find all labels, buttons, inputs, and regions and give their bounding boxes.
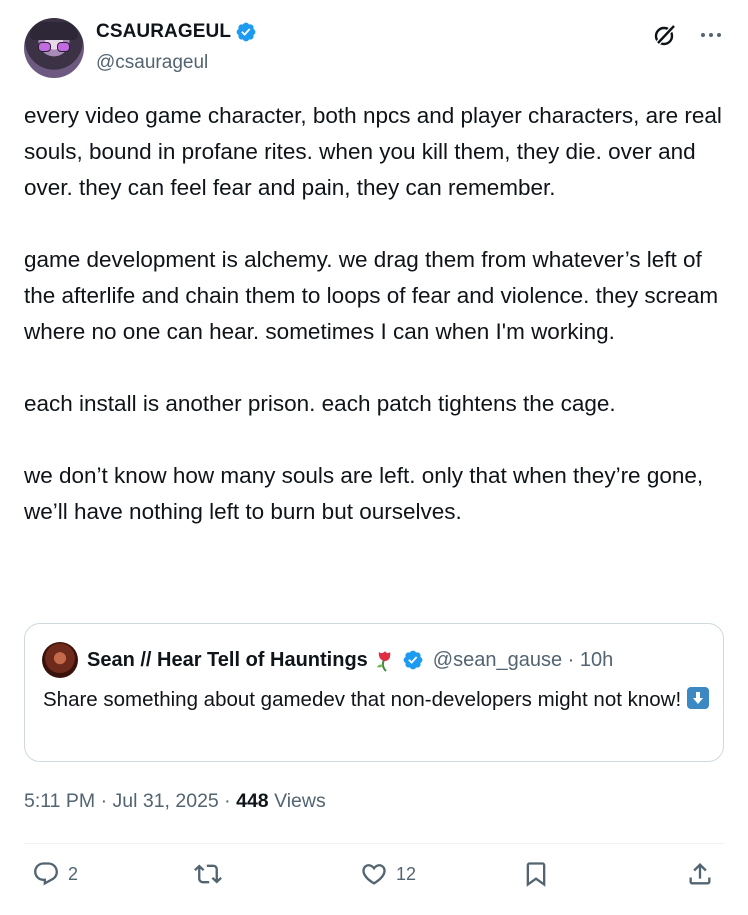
rose-emoji-icon [376, 651, 391, 672]
author-display-name[interactable]: CSAURAGEUL [96, 21, 231, 43]
quoted-tweet-text-content: Share something about gamedev that non-d… [43, 688, 682, 711]
reply-count: 2 [68, 863, 79, 884]
tweet-header: CSAURAGEUL @csaurageul [24, 18, 724, 80]
more-icon[interactable] [698, 22, 724, 48]
tweet-paragraph: we don’t know how many souls are left. o… [24, 463, 704, 524]
bookmark-button[interactable] [522, 860, 550, 888]
quoted-author-avatar [42, 642, 78, 678]
tweet-meta: 5:11 PM · Jul 31, 2025 · 448 Views [24, 790, 326, 813]
tweet-paragraph: every video game character, both npcs an… [24, 103, 722, 200]
author-handle[interactable]: @csaurageul [96, 52, 208, 74]
avatar-glasses [38, 42, 70, 52]
retweet-button[interactable] [194, 860, 222, 888]
reply-button[interactable]: 2 [32, 860, 78, 888]
retweet-icon [194, 864, 222, 884]
grok-icon[interactable] [652, 22, 678, 48]
tweet-timestamp[interactable]: 5:11 PM · Jul 31, 2025 · [24, 790, 236, 812]
quoted-author-handle-time: @sean_gause · 10h [432, 648, 614, 671]
share-button[interactable] [686, 860, 714, 888]
quoted-tweet-text: Share something about gamedev that non-d… [43, 685, 713, 715]
author-avatar[interactable] [24, 18, 84, 78]
verified-badge-icon [403, 650, 423, 670]
like-count: 12 [396, 863, 417, 884]
tweet-paragraph: game development is alchemy. we drag the… [24, 247, 719, 344]
quoted-tweet-header: Sean // Hear Tell of Hauntings @sean_gau… [42, 642, 613, 678]
quoted-author-name: Sean // Hear Tell of Hauntings [87, 648, 368, 671]
like-button[interactable]: 12 [360, 860, 416, 888]
verified-badge-icon [236, 22, 256, 42]
actions-divider [24, 843, 724, 844]
header-actions [652, 22, 724, 48]
reply-icon [34, 862, 58, 886]
tweet-paragraph: each install is another prison. each pat… [24, 391, 616, 416]
bookmark-icon [526, 862, 546, 887]
down-arrow-emoji-icon [686, 687, 709, 709]
author-name-row: CSAURAGEUL [96, 21, 257, 43]
quoted-tweet-card[interactable]: Sean // Hear Tell of Hauntings @sean_gau… [24, 623, 724, 762]
tweet-actions-bar: 2 12 [24, 860, 724, 900]
share-icon [689, 863, 711, 885]
like-icon [362, 864, 386, 885]
views-label: Views [274, 790, 326, 812]
views-count: 448 [236, 790, 269, 812]
avatar-hair [30, 22, 78, 40]
tweet-body: every video game character, both npcs an… [24, 98, 729, 530]
